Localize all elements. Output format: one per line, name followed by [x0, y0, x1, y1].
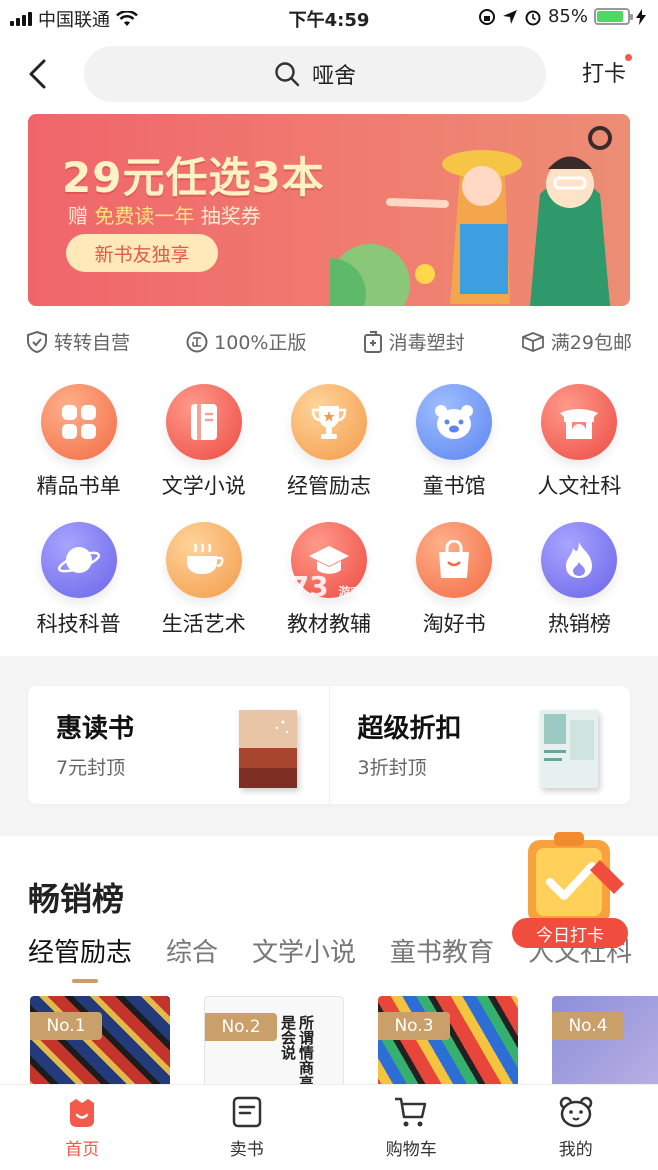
category-jingguan[interactable]: 经管励志	[266, 384, 391, 500]
category-label: 童书馆	[422, 474, 486, 498]
notification-dot	[625, 54, 632, 61]
book-cover-text: 所谓情商高就是会说	[279, 1015, 315, 1086]
category-label: 淘好书	[422, 612, 486, 636]
category-label: 教材教辅	[286, 612, 371, 636]
tab-wenxue[interactable]: 文学小说	[252, 932, 356, 969]
category-label: 精品书单	[36, 474, 121, 498]
category-jingpin[interactable]: 精品书单	[16, 384, 141, 500]
guarantee-row: 转转自营 100%正版 消毒塑封 满29包邮	[26, 328, 632, 355]
book-card[interactable]: No.4	[552, 996, 658, 1086]
category-label: 经管励志	[286, 474, 371, 498]
tab-label: 购物车	[385, 1140, 437, 1160]
deal-chaojizhekou[interactable]: 超级折扣 3折封顶	[328, 686, 631, 804]
watermark: K73 游戏之家 .com	[268, 570, 424, 603]
checkin-clipboard-icon	[528, 832, 624, 924]
shield-check-icon	[27, 330, 47, 353]
fire-icon	[541, 522, 618, 598]
cart-icon	[395, 1097, 427, 1127]
banner-subtitle-highlight: 免费读一年	[94, 204, 195, 228]
category-label: 文学小说	[161, 474, 246, 498]
coffee-icon	[165, 522, 242, 598]
rank-badge: No.4	[552, 1012, 624, 1040]
rank-badge: No.1	[30, 1012, 102, 1040]
bear-icon	[416, 384, 493, 460]
sealed-package-icon	[363, 330, 382, 353]
category-rexiao[interactable]: 热销榜	[517, 522, 642, 638]
location-icon	[502, 9, 517, 24]
category-label: 人文社科	[537, 474, 622, 498]
shopping-bag-icon	[416, 522, 493, 598]
tab-zonghe[interactable]: 综合	[166, 932, 218, 969]
guarantee-item: 满29包邮	[521, 328, 632, 355]
category-renwen[interactable]: 人文社科	[517, 384, 642, 500]
guarantee-item: 转转自营	[26, 328, 130, 355]
category-label: 热销榜	[547, 612, 611, 636]
section-heading: 畅销榜	[28, 880, 125, 918]
status-right: 85%	[478, 6, 646, 27]
deal-huidushu[interactable]: 惠读书 7元封顶	[28, 686, 329, 804]
banner-illustration	[330, 126, 612, 306]
top-nav: 哑舍 打卡	[0, 36, 658, 112]
rotation-lock-icon	[478, 8, 495, 25]
battery-percent: 85%	[547, 6, 588, 27]
search-bar[interactable]: 哑舍	[84, 46, 546, 102]
category-shenghuo[interactable]: 生活艺术	[141, 522, 266, 638]
banner-title: 29元任选3本	[62, 153, 325, 202]
guarantee-item: 100%正版	[186, 328, 306, 355]
book-icon	[165, 384, 242, 460]
checkin-tag: 今日打卡	[512, 918, 628, 948]
tab-label: 卖书	[229, 1140, 264, 1160]
banner-cta-button[interactable]: 新书友独享	[66, 234, 218, 272]
bottom-tabbar: 首页 卖书 购物车 我的	[0, 1084, 658, 1170]
deals-card: 惠读书 7元封顶 超级折扣 3折封顶	[28, 686, 630, 804]
checkin-button[interactable]: 打卡	[581, 54, 632, 88]
pavilion-icon	[541, 384, 618, 460]
home-face-icon	[70, 1099, 95, 1127]
profile-bear-icon	[559, 1096, 592, 1128]
book-cover-image	[540, 710, 598, 788]
search-query: 哑舍	[311, 64, 356, 89]
search-icon	[275, 62, 300, 87]
banner-subtitle: 赠 免费读一年 抽奖券	[68, 204, 261, 228]
category-label: 生活艺术	[161, 612, 246, 636]
rank-badge: No.2	[205, 1013, 277, 1041]
trophy-icon	[290, 384, 367, 460]
alarm-icon	[525, 10, 541, 25]
box-icon	[521, 331, 544, 352]
checkin-label: 打卡	[581, 62, 626, 87]
category-tongshu[interactable]: 童书馆	[392, 384, 517, 500]
status-bar: 中国联通 下午4:59 85%	[0, 0, 658, 36]
back-icon[interactable]	[24, 58, 52, 90]
tab-label: 首页	[65, 1140, 100, 1160]
genuine-icon	[186, 331, 208, 352]
book-card[interactable]: No.1	[30, 996, 170, 1086]
bestseller-books: No.1 所谓情商高就是会说 No.2 No.3 No.4	[30, 996, 658, 1086]
tab-tongshu[interactable]: 童书教育	[390, 932, 494, 969]
planet-icon	[40, 522, 117, 598]
battery-icon	[594, 8, 633, 25]
rank-badge: No.3	[378, 1012, 450, 1040]
guarantee-item: 消毒塑封	[363, 328, 465, 355]
tab-cart[interactable]: 购物车	[329, 1085, 494, 1170]
daily-checkin-float[interactable]: 今日打卡	[508, 830, 634, 954]
sell-book-icon	[232, 1096, 261, 1128]
tab-home[interactable]: 首页	[0, 1085, 165, 1170]
grid-icon	[40, 384, 117, 460]
tab-jingguan[interactable]: 经管励志	[28, 932, 132, 983]
book-card[interactable]: 所谓情商高就是会说 No.2	[204, 996, 344, 1086]
book-cover-image	[238, 710, 297, 788]
category-keji[interactable]: 科技科普	[16, 522, 141, 638]
tab-sell[interactable]: 卖书	[165, 1085, 330, 1170]
category-label: 科技科普	[36, 612, 121, 636]
tab-profile[interactable]: 我的	[494, 1085, 658, 1170]
promo-banner[interactable]: 29元任选3本 赠 免费读一年 抽奖券 新书友独享	[28, 114, 630, 306]
category-wenxue[interactable]: 文学小说	[141, 384, 266, 500]
book-card[interactable]: No.3	[378, 996, 518, 1086]
charging-icon	[636, 8, 646, 25]
tab-label: 我的	[558, 1140, 593, 1160]
